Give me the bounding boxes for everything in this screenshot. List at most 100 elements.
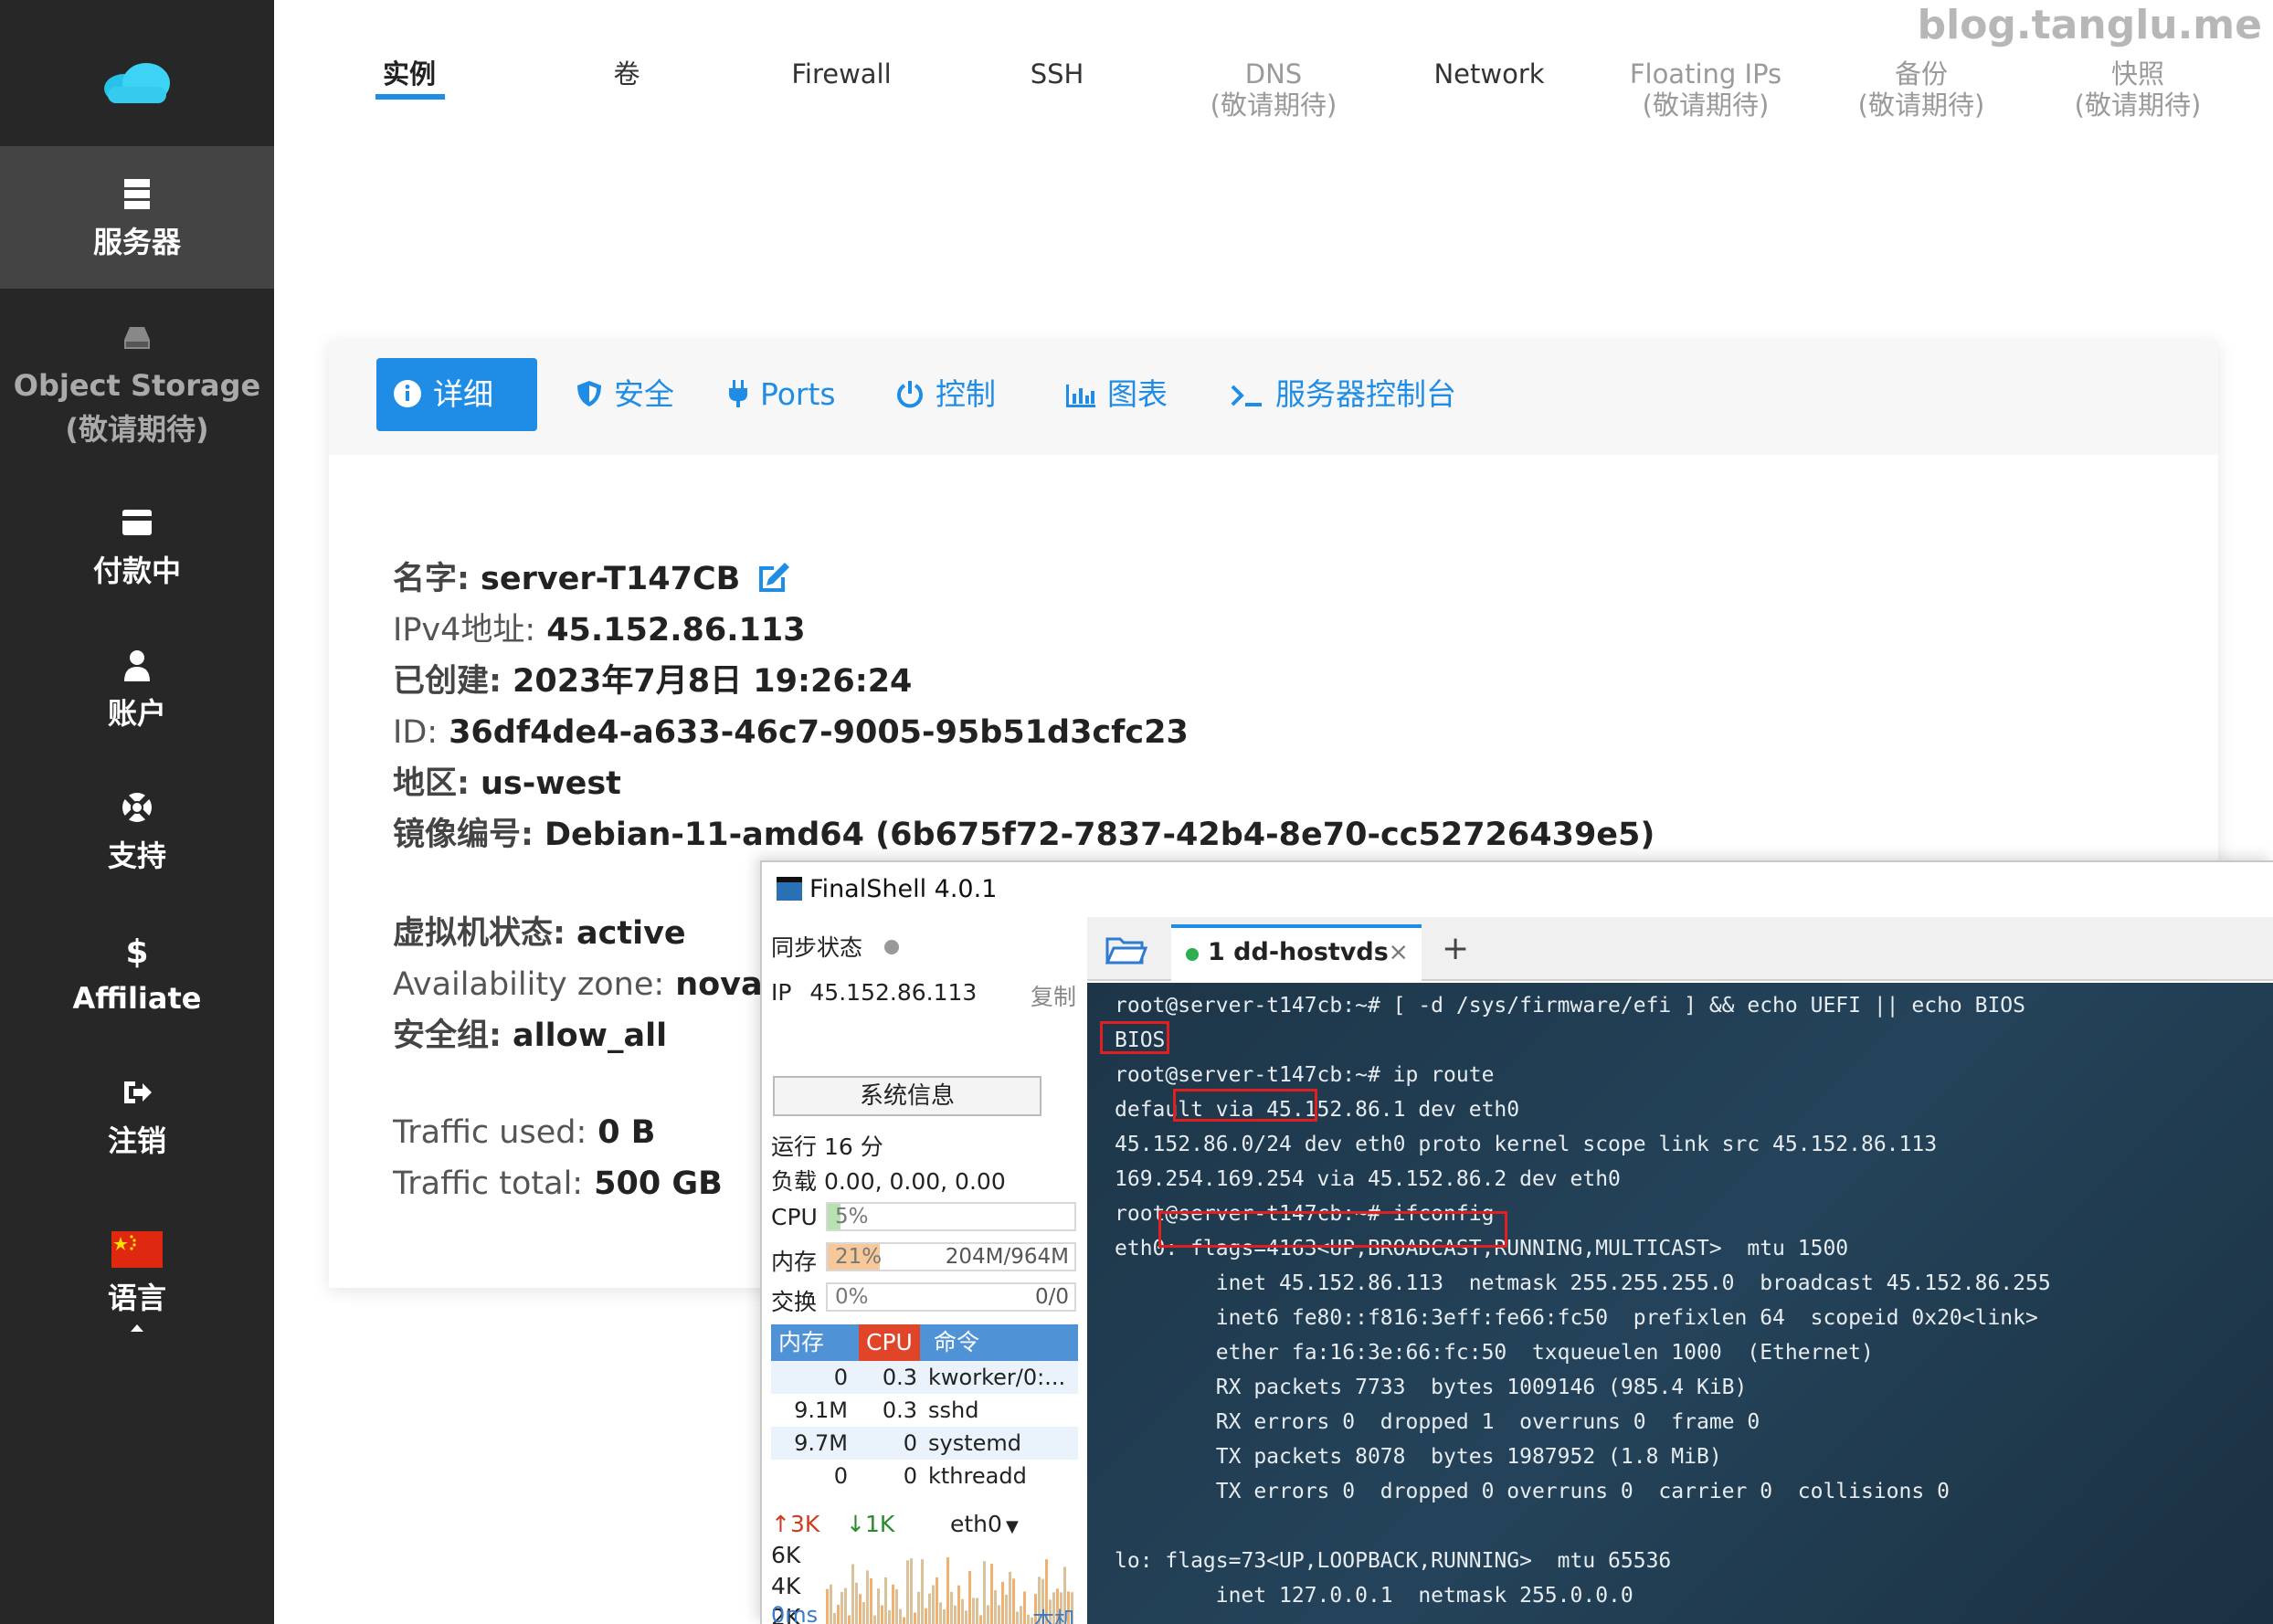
info-region-label: 地区: bbox=[393, 765, 470, 802]
terminal-line: RX errors 0 dropped 1 overruns 0 frame 0 bbox=[1115, 1410, 1760, 1434]
edit-icon[interactable] bbox=[756, 559, 792, 594]
info-created-value: 2023年7月8日 19:26:24 bbox=[513, 663, 913, 700]
sidebar-item-object-storage[interactable]: Object Storage (敬请期待) bbox=[0, 320, 274, 451]
system-info-button[interactable]: 系统信息 bbox=[773, 1076, 1041, 1116]
watermark: blog.tanglu.me bbox=[1917, 2, 2262, 48]
traffic-bar bbox=[859, 1594, 862, 1624]
sidebar-item-billing[interactable]: 付款中 bbox=[0, 504, 274, 592]
process-row[interactable]: 9.1M 0.3 sshd bbox=[771, 1394, 1078, 1427]
window-title: FinalShell 4.0.1 bbox=[809, 875, 998, 903]
terminal-line: TX packets 8078 bytes 1987952 (1.8 MiB) bbox=[1115, 1445, 1722, 1469]
tab-floating-ips-sublabel: (敬请期待) bbox=[1642, 90, 1770, 121]
close-tab-icon[interactable]: × bbox=[1388, 928, 1409, 977]
memory-percent: 21% bbox=[835, 1245, 883, 1269]
sidebar-item-support[interactable]: 支持 bbox=[0, 789, 274, 877]
shield-icon bbox=[577, 381, 601, 406]
column-memory[interactable]: 内存 bbox=[771, 1324, 831, 1361]
tab-volumes[interactable]: 卷 bbox=[526, 58, 727, 90]
swap-detail: 0/0 bbox=[1034, 1285, 1069, 1309]
tab-floating-ips[interactable]: Floating IPs (敬请期待) bbox=[1605, 58, 1806, 121]
traffic-bar bbox=[961, 1598, 964, 1624]
process-row[interactable]: 0 0 kthreadd bbox=[771, 1460, 1078, 1492]
traffic-bar bbox=[903, 1617, 905, 1624]
terminal-pane: 1 dd-hostvds × + inet 127.0.0.1 netmask … bbox=[1087, 917, 2273, 1624]
tab-details[interactable]: 详细 bbox=[376, 358, 537, 431]
column-command[interactable]: 命令 bbox=[926, 1324, 987, 1361]
info-ipv4-label: IPv4地址: bbox=[393, 612, 536, 649]
tab-ssh[interactable]: SSH bbox=[957, 58, 1158, 90]
sidebar-item-affiliate[interactable]: $ Affiliate bbox=[0, 932, 274, 1019]
tab-backups[interactable]: 备份 (敬请期待) bbox=[1821, 58, 2022, 121]
net-interface-select[interactable]: eth0 ▼ bbox=[950, 1511, 1019, 1537]
info-traffic-total-label: Traffic total: bbox=[393, 1165, 584, 1202]
terminal-tab-label: 1 dd-hostvds bbox=[1208, 938, 1389, 966]
traffic-bar bbox=[950, 1591, 953, 1624]
info-ipv4: IPv4地址: 45.152.86.113 bbox=[393, 608, 806, 652]
tab-backups-label: 备份 bbox=[1894, 58, 1948, 90]
process-cpu: 0.3 bbox=[882, 1397, 917, 1423]
sync-status: 同步状态 bbox=[771, 930, 899, 963]
finalshell-titlebar[interactable]: FinalShell 4.0.1 bbox=[762, 862, 2273, 917]
tab-control[interactable]: 控制 bbox=[879, 358, 1012, 431]
finalshell-app-icon bbox=[777, 877, 802, 901]
tab-dns[interactable]: DNS (敬请期待) bbox=[1173, 58, 1374, 121]
tab-network[interactable]: Network bbox=[1389, 58, 1590, 90]
info-traffic-used: Traffic used: 0 B bbox=[393, 1111, 655, 1155]
traffic-bar bbox=[837, 1604, 840, 1624]
tab-firewall[interactable]: Firewall bbox=[741, 58, 942, 90]
traffic-bar bbox=[1027, 1614, 1030, 1624]
new-tab-button[interactable]: + bbox=[1442, 930, 1469, 967]
tab-console[interactable]: 服务器控制台 bbox=[1213, 358, 1473, 431]
traffic-bar bbox=[888, 1609, 891, 1624]
sidebar-item-account[interactable]: 账户 bbox=[0, 647, 274, 734]
info-az-value: nova bbox=[675, 966, 763, 1003]
sidebar-item-sublabel: (敬请期待) bbox=[65, 412, 209, 447]
tab-security[interactable]: 安全 bbox=[559, 358, 691, 431]
tab-details-label: 详细 bbox=[433, 376, 493, 412]
traffic-bar bbox=[906, 1560, 909, 1624]
traffic-bar bbox=[895, 1588, 898, 1624]
net-download: ↓1K bbox=[846, 1511, 894, 1537]
tab-ports[interactable]: Ports bbox=[711, 358, 852, 431]
tab-charts[interactable]: 图表 bbox=[1049, 358, 1184, 431]
traffic-bar bbox=[972, 1598, 975, 1624]
sidebar-item-logout[interactable]: 注销 bbox=[0, 1074, 274, 1162]
host-label[interactable]: 本机 bbox=[1032, 1602, 1076, 1624]
info-image-label: 镜像编号: bbox=[393, 817, 534, 853]
net-upload-value: 3K bbox=[789, 1511, 820, 1537]
folder-icon[interactable] bbox=[1105, 933, 1147, 966]
traffic-bar bbox=[851, 1564, 854, 1624]
info-vm-state-label: 虚拟机状态: bbox=[393, 915, 566, 952]
copy-ip-button[interactable]: 复制 bbox=[1031, 979, 1076, 1012]
traffic-bar bbox=[844, 1587, 847, 1624]
traffic-bar bbox=[914, 1612, 916, 1624]
traffic-bar bbox=[892, 1584, 894, 1624]
traffic-bar bbox=[866, 1570, 869, 1624]
info-created-label: 已创建: bbox=[393, 663, 502, 700]
traffic-bar bbox=[925, 1608, 927, 1624]
terminal-tab-dd-hostvds[interactable]: 1 dd-hostvds × bbox=[1171, 924, 1422, 981]
tab-snapshots[interactable]: 快照 (敬请期待) bbox=[2037, 58, 2238, 121]
caret-up-icon bbox=[131, 1324, 143, 1332]
sidebar-item-label: 付款中 bbox=[92, 554, 181, 588]
terminal-line: 169.254.169.254 via 45.152.86.2 dev eth0 bbox=[1115, 1167, 1621, 1191]
sidebar-item-servers[interactable]: 服务器 bbox=[0, 146, 274, 289]
process-row[interactable]: 0 0.3 kworker/0:... bbox=[771, 1361, 1078, 1394]
server-icon bbox=[124, 179, 150, 209]
terminal-output[interactable]: inet 127.0.0.1 netmask 255.0.0.0 lo: flag… bbox=[1087, 983, 2273, 1624]
tab-instances[interactable]: 实例 bbox=[309, 58, 510, 90]
column-cpu[interactable]: CPU bbox=[859, 1324, 920, 1361]
process-mem: 0 bbox=[833, 1365, 848, 1390]
traffic-bar bbox=[826, 1588, 829, 1624]
info-vm-state: 虚拟机状态: active bbox=[393, 912, 686, 955]
process-command: systemd bbox=[928, 1430, 1021, 1456]
process-row[interactable]: 9.7M 0 systemd bbox=[771, 1427, 1078, 1460]
cloud-logo-icon[interactable] bbox=[100, 59, 174, 105]
sidebar-item-language[interactable]: 语言 bbox=[0, 1231, 274, 1334]
info-name: 名字: server-T147CB bbox=[393, 557, 792, 601]
process-cpu: 0 bbox=[903, 1463, 917, 1489]
process-mem: 9.7M bbox=[794, 1430, 848, 1456]
terminal-line: inet6 fe80::f816:3eff:fe66:fc50 prefixle… bbox=[1115, 1306, 2038, 1330]
traffic-bar bbox=[1009, 1571, 1011, 1624]
info-region-value: us-west bbox=[481, 765, 621, 802]
